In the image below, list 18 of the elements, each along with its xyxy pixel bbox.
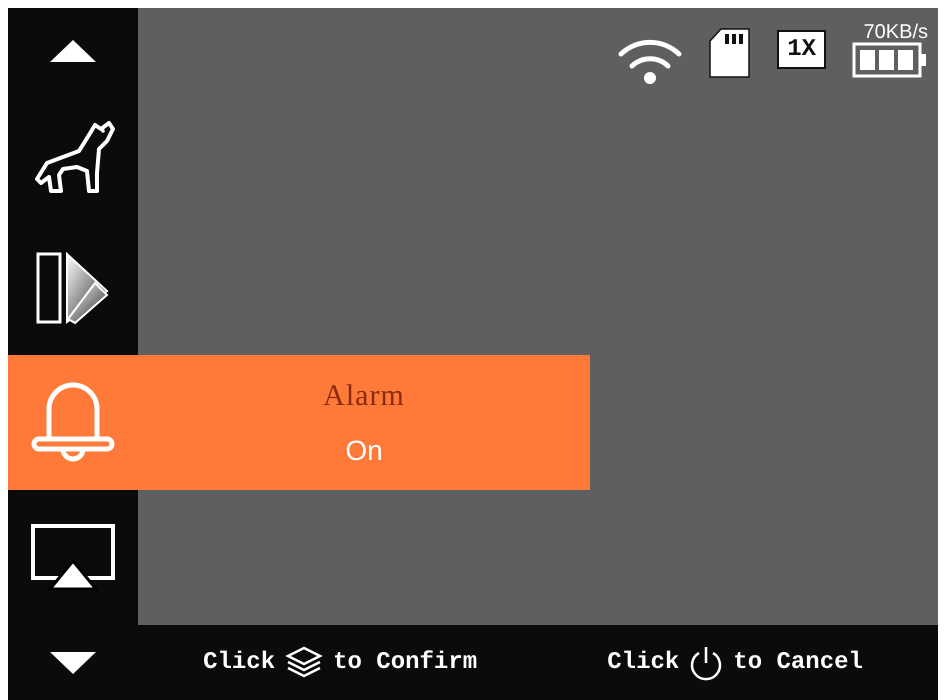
battery-icon	[852, 42, 928, 78]
zoom-level: 1X	[777, 30, 826, 69]
screen-cast-icon	[30, 522, 116, 592]
up-arrow-icon[interactable]	[48, 38, 98, 64]
down-arrow-icon[interactable]	[48, 650, 98, 676]
sd-card-icon	[709, 28, 752, 78]
palette-icon	[35, 250, 111, 324]
bell-icon	[29, 380, 117, 464]
selected-menu-item[interactable]: Alarm On	[8, 355, 590, 490]
transfer-speed: 70KB/s	[864, 22, 928, 42]
hint-text: to Cancel	[733, 649, 863, 676]
power-icon	[689, 644, 724, 680]
setting-title: Alarm	[323, 378, 405, 412]
hint-text: Click	[203, 649, 276, 676]
hint-text: Click	[607, 649, 680, 676]
layers-icon	[285, 646, 324, 680]
hint-text: to Confirm	[333, 649, 478, 676]
setting-value: On	[345, 434, 383, 466]
